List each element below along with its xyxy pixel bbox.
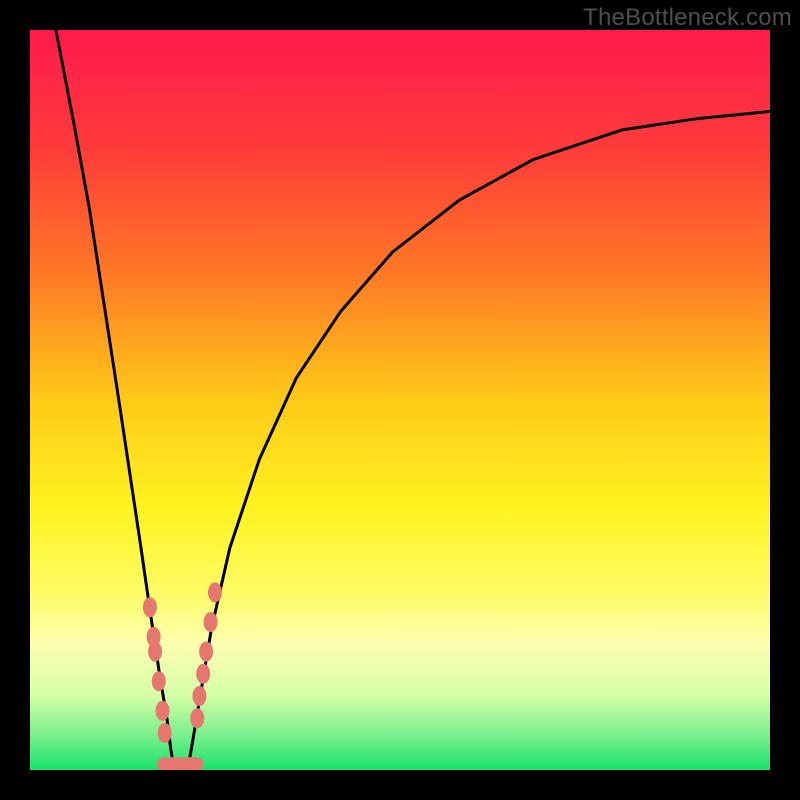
marker-dot bbox=[158, 723, 172, 743]
marker-dot bbox=[190, 708, 204, 728]
marker-dot bbox=[196, 664, 210, 684]
marker-dot bbox=[155, 701, 169, 721]
outer-frame: TheBottleneck.com bbox=[0, 0, 800, 800]
bottleneck-chart bbox=[30, 30, 770, 770]
marker-dot bbox=[208, 582, 222, 602]
marker-dot bbox=[199, 642, 213, 662]
marker-dot bbox=[192, 686, 206, 706]
marker-dot bbox=[143, 597, 157, 617]
plot-area bbox=[30, 30, 770, 770]
gradient-background bbox=[30, 30, 770, 770]
marker-dot bbox=[148, 642, 162, 662]
marker-dot bbox=[204, 612, 218, 632]
marker-dot bbox=[152, 671, 166, 691]
watermark-text: TheBottleneck.com bbox=[583, 4, 792, 32]
